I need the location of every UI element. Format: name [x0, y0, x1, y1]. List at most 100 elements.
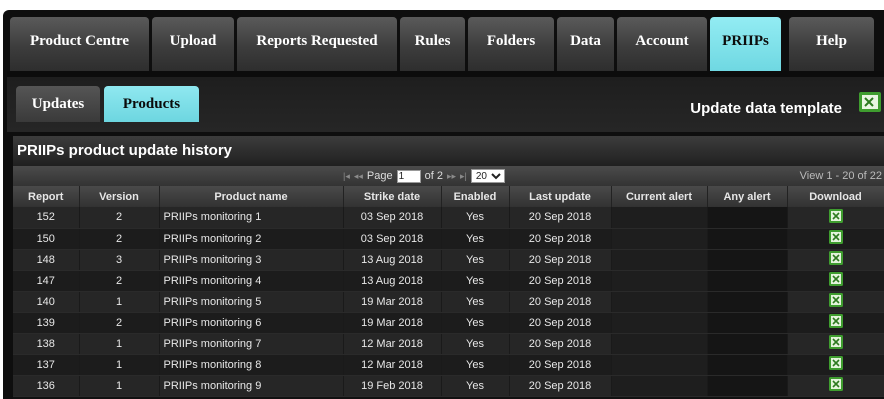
cell-strike-date: 12 Mar 2018 — [343, 354, 442, 376]
cell-current-alert — [611, 291, 708, 313]
cell-any-alert — [707, 375, 788, 397]
cell-product-name: PRIIPs monitoring 1 — [159, 207, 344, 229]
cell-enabled: Yes — [441, 312, 510, 334]
cell-any-alert — [707, 291, 788, 313]
col-header-any-alert[interactable]: Any alert — [707, 186, 788, 207]
cell-any-alert — [707, 354, 788, 376]
col-header-version[interactable]: Version — [79, 186, 160, 207]
cell-current-alert — [611, 249, 708, 271]
excel-download-icon[interactable] — [828, 334, 844, 353]
cell-version: 2 — [79, 270, 160, 292]
cell-last-update: 20 Sep 2018 — [509, 333, 612, 355]
last-page-icon[interactable]: ▸| — [460, 171, 467, 182]
col-header-enabled[interactable]: Enabled — [441, 186, 510, 207]
cell-product-name: PRIIPs monitoring 9 — [159, 375, 344, 397]
col-header-current-alert[interactable]: Current alert — [611, 186, 708, 207]
cell-strike-date: 19 Feb 2018 — [343, 375, 442, 397]
cell-report: 152 — [13, 207, 80, 229]
cell-product-name: PRIIPs monitoring 6 — [159, 312, 344, 334]
cell-report: 140 — [13, 291, 80, 313]
first-page-icon[interactable]: |◂ — [343, 171, 350, 182]
excel-download-icon[interactable] — [828, 313, 844, 332]
cell-download — [787, 270, 884, 292]
table-row[interactable]: 139 2 PRIIPs monitoring 6 19 Mar 2018 Yes 20 … — [13, 312, 884, 334]
nav-tab-folders[interactable]: Folders — [468, 17, 554, 71]
cell-strike-date: 19 Mar 2018 — [343, 291, 442, 313]
sub-nav: Updates Products Update data template — [7, 71, 884, 132]
col-header-report[interactable]: Report — [13, 186, 80, 207]
cell-strike-date: 03 Sep 2018 — [343, 207, 442, 229]
cell-last-update: 20 Sep 2018 — [509, 354, 612, 376]
col-header-download[interactable]: Download — [787, 186, 884, 207]
subtab-updates[interactable]: Updates — [16, 86, 100, 122]
cell-download — [787, 207, 884, 229]
cell-version: 1 — [79, 375, 160, 397]
cell-enabled: Yes — [441, 375, 510, 397]
cell-version: 2 — [79, 228, 160, 250]
col-header-strike-date[interactable]: Strike date — [343, 186, 442, 207]
cell-current-alert — [611, 270, 708, 292]
table-row[interactable]: 137 1 PRIIPs monitoring 8 12 Mar 2018 Yes 20 … — [13, 354, 884, 376]
nav-tab-account[interactable]: Account — [617, 17, 707, 71]
nav-tab-help[interactable]: Help — [789, 17, 874, 71]
cell-last-update: 20 Sep 2018 — [509, 270, 612, 292]
view-range-text: View 1 - 20 of 22 — [799, 170, 882, 182]
table-header-row: Report Version Product name Strike date … — [13, 186, 884, 207]
cell-strike-date: 12 Mar 2018 — [343, 333, 442, 355]
cell-last-update: 20 Sep 2018 — [509, 291, 612, 313]
table-row[interactable]: 136 1 PRIIPs monitoring 9 19 Feb 2018 Yes 20 … — [13, 375, 884, 397]
cell-product-name: PRIIPs monitoring 2 — [159, 228, 344, 250]
cell-any-alert — [707, 270, 788, 292]
table-row[interactable]: 150 2 PRIIPs monitoring 2 03 Sep 2018 Yes 20 … — [13, 228, 884, 250]
cell-report: 147 — [13, 270, 80, 292]
col-header-last-update[interactable]: Last update — [509, 186, 612, 207]
excel-download-icon[interactable] — [828, 355, 844, 374]
excel-download-icon[interactable] — [828, 292, 844, 311]
cell-download — [787, 312, 884, 334]
prev-page-icon[interactable]: ◂◂ — [354, 171, 363, 182]
excel-download-icon[interactable] — [828, 208, 844, 227]
nav-tab-reports-requested[interactable]: Reports Requested — [237, 17, 397, 71]
excel-download-icon[interactable] — [828, 229, 844, 248]
table-row[interactable]: 138 1 PRIIPs monitoring 7 12 Mar 2018 Yes 20 … — [13, 333, 884, 355]
nav-tab-product-centre[interactable]: Product Centre — [10, 17, 149, 71]
cell-last-update: 20 Sep 2018 — [509, 249, 612, 271]
cell-current-alert — [611, 207, 708, 229]
excel-download-icon[interactable] — [828, 250, 844, 269]
table-row[interactable]: 148 3 PRIIPs monitoring 3 13 Aug 2018 Yes 20 … — [13, 249, 884, 271]
table-row[interactable]: 140 1 PRIIPs monitoring 5 19 Mar 2018 Yes 20 … — [13, 291, 884, 313]
page-number-input[interactable] — [396, 169, 421, 183]
rows-per-page-select[interactable]: 20 — [470, 169, 505, 183]
cell-product-name: PRIIPs monitoring 4 — [159, 270, 344, 292]
nav-tab-rules[interactable]: Rules — [400, 17, 465, 71]
table-row[interactable]: 147 2 PRIIPs monitoring 4 13 Aug 2018 Yes 20 … — [13, 270, 884, 292]
cell-current-alert — [611, 354, 708, 376]
subtab-products[interactable]: Products — [104, 86, 199, 122]
nav-tab-data[interactable]: Data — [557, 17, 614, 71]
cell-any-alert — [707, 207, 788, 229]
excel-download-icon[interactable] — [828, 376, 844, 395]
cell-download — [787, 291, 884, 313]
excel-download-icon[interactable] — [828, 271, 844, 290]
cell-version: 1 — [79, 354, 160, 376]
cell-enabled: Yes — [441, 333, 510, 355]
col-header-product-name[interactable]: Product name — [159, 186, 344, 207]
cell-report: 148 — [13, 249, 80, 271]
cell-download — [787, 333, 884, 355]
nav-tab-priips[interactable]: PRIIPs — [710, 17, 781, 71]
table-row[interactable]: 152 2 PRIIPs monitoring 1 03 Sep 2018 Yes 20 … — [13, 207, 884, 229]
cell-last-update: 20 Sep 2018 — [509, 312, 612, 334]
cell-report: 137 — [13, 354, 80, 376]
update-data-template-link[interactable]: Update data template — [690, 100, 842, 117]
cell-current-alert — [611, 333, 708, 355]
grid-title: PRIIPs product update history — [13, 136, 884, 166]
nav-tab-upload[interactable]: Upload — [152, 17, 234, 71]
next-page-icon[interactable]: ▸▸ — [447, 171, 456, 182]
cell-download — [787, 375, 884, 397]
cell-last-update: 20 Sep 2018 — [509, 375, 612, 397]
cell-download — [787, 354, 884, 376]
cell-any-alert — [707, 333, 788, 355]
excel-icon[interactable] — [858, 90, 882, 119]
cell-report: 136 — [13, 375, 80, 397]
cell-version: 3 — [79, 249, 160, 271]
